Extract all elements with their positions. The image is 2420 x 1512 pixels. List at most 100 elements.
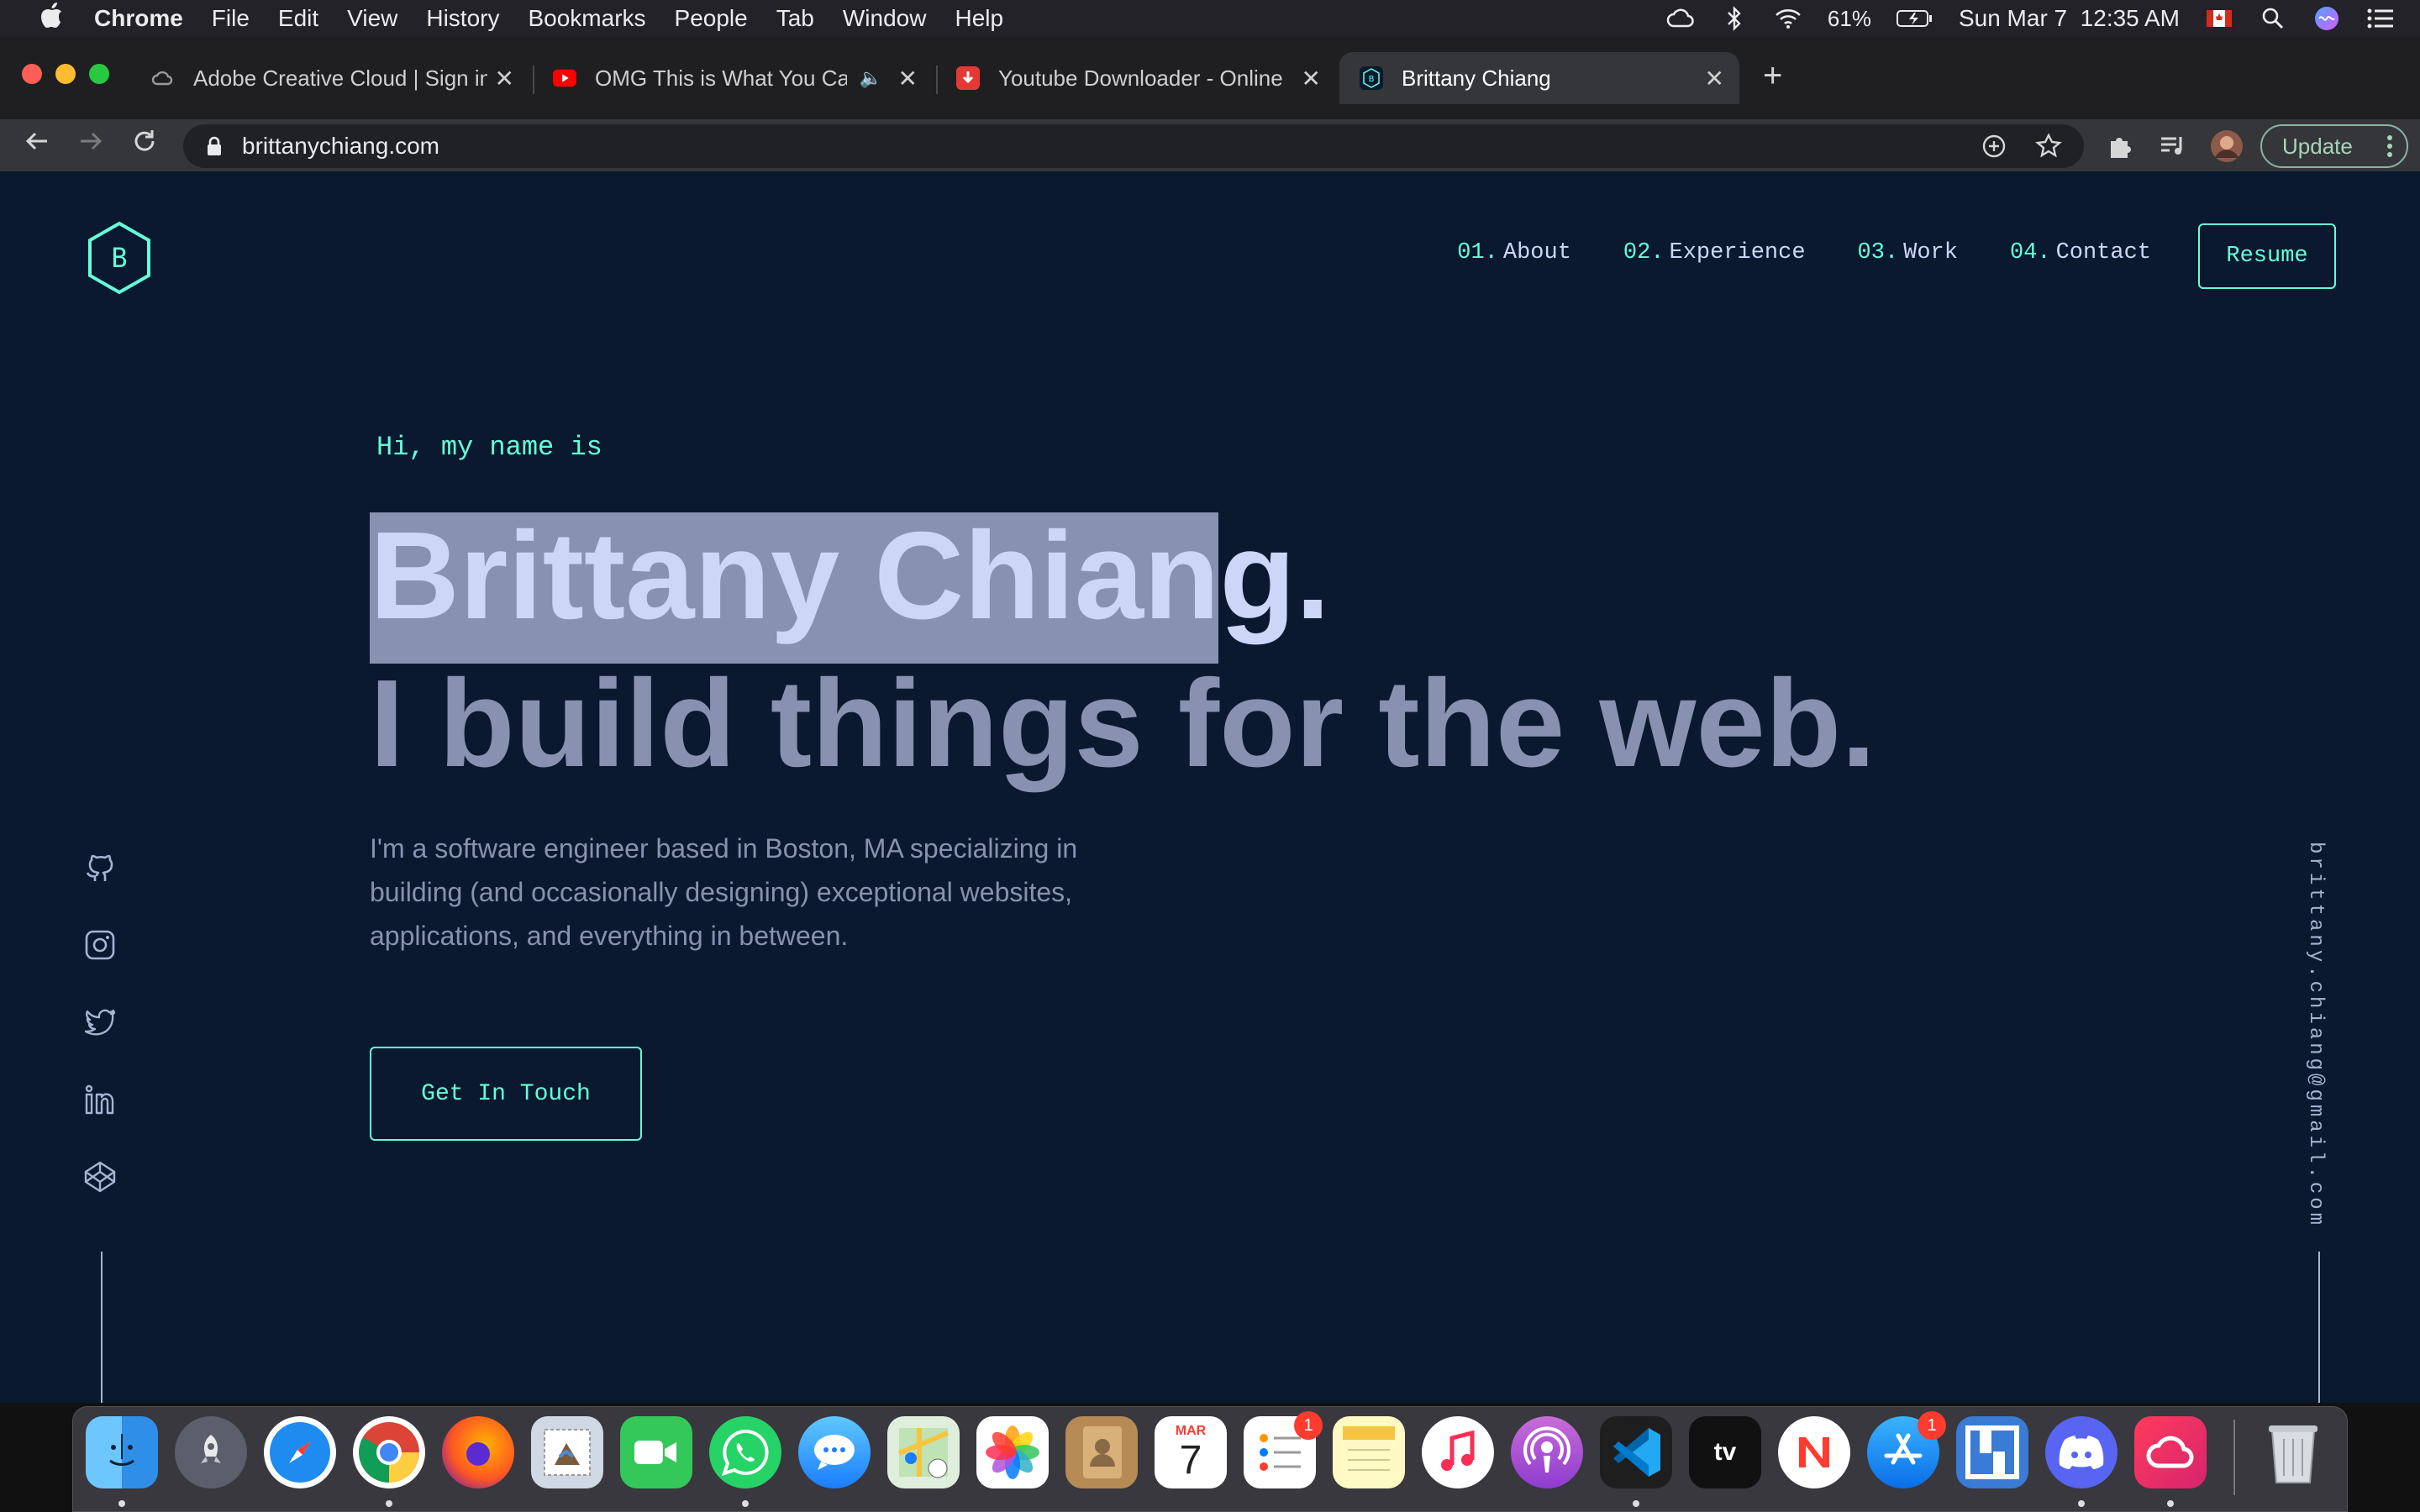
audio-playing-icon[interactable]: 🔈: [860, 67, 882, 89]
spotlight-search-icon[interactable]: [2259, 4, 2287, 33]
tab-close-icon[interactable]: ✕: [1302, 65, 1321, 92]
reminders-icon[interactable]: 1: [1244, 1411, 1323, 1488]
resume-button[interactable]: Resume: [2198, 223, 2336, 289]
media-controls-icon[interactable]: [2156, 129, 2190, 163]
window-minimize-button[interactable]: [55, 64, 76, 84]
podcasts-icon[interactable]: [1511, 1416, 1583, 1488]
menu-window[interactable]: Window: [843, 5, 927, 32]
wifi-icon[interactable]: [1774, 4, 1802, 33]
more-vertical-icon[interactable]: [2386, 133, 2393, 160]
profile-avatar[interactable]: [2210, 129, 2244, 163]
forward-arrow-icon[interactable]: [74, 128, 108, 161]
window-close-button[interactable]: [22, 64, 42, 84]
codepen-icon[interactable]: [81, 1158, 119, 1196]
menu-tab[interactable]: Tab: [776, 5, 814, 32]
tab-title: Adobe Creative Cloud | Sign in: [193, 65, 487, 91]
whatsapp-icon[interactable]: [709, 1416, 781, 1488]
website-viewport: B 01. About 02. Experience 03. Work 04. Cont…: [0, 171, 2420, 1403]
reload-icon[interactable]: [128, 128, 161, 161]
mail-stamp-icon[interactable]: [531, 1416, 603, 1488]
menu-history[interactable]: History: [426, 5, 499, 32]
back-arrow-icon[interactable]: [20, 128, 54, 161]
running-indicator: [386, 1500, 392, 1507]
finder-icon[interactable]: [86, 1416, 158, 1488]
tab-title: Brittany Chiang: [1402, 65, 1551, 91]
launchpad-rocket-icon[interactable]: [175, 1416, 247, 1488]
discord-icon[interactable]: [2045, 1416, 2118, 1488]
logo-letter[interactable]: B: [86, 220, 153, 296]
app-store-icon[interactable]: 1: [1867, 1411, 1946, 1488]
menu-app-name[interactable]: Chrome: [94, 5, 183, 32]
url-text[interactable]: brittanychiang.com: [242, 133, 439, 160]
new-tab-button[interactable]: +: [1763, 59, 1782, 92]
tab-youtube-downloader[interactable]: Youtube Downloader - Online Y ✕: [941, 52, 1336, 104]
menu-edit[interactable]: Edit: [278, 5, 318, 32]
menu-file[interactable]: File: [212, 5, 250, 32]
photos-icon[interactable]: [976, 1416, 1049, 1488]
instagram-icon[interactable]: [81, 926, 119, 964]
right-vertical-line: [2318, 1252, 2320, 1403]
tab-brittany-chiang[interactable]: B Brittany Chiang ✕: [1339, 52, 1739, 104]
hero-description: I'm a software engineer based in Boston,…: [370, 833, 1078, 951]
calendar-icon[interactable]: MAR 7: [1155, 1416, 1227, 1488]
running-indicator: [2078, 1500, 2085, 1507]
running-indicator: [118, 1500, 125, 1507]
calendar-day: 7: [1179, 1438, 1202, 1483]
control-center-list-icon[interactable]: [2366, 4, 2395, 33]
contacts-book-icon[interactable]: [1065, 1416, 1138, 1488]
tab-close-icon[interactable]: ✕: [495, 65, 514, 92]
tab-youtube-video[interactable]: OMG This is What You Call 🔈 ✕: [538, 52, 933, 104]
extensions-puzzle-icon[interactable]: [2102, 129, 2136, 163]
add-to-page-icon[interactable]: [1981, 134, 2007, 163]
browser-toolbar: brittanychiang.com Update: [0, 119, 2420, 171]
nav-contact[interactable]: 04. Contact: [2010, 240, 2151, 265]
svg-text:B: B: [1369, 75, 1375, 84]
firefox-icon[interactable]: [442, 1416, 514, 1488]
apple-tv-icon[interactable]: tv: [1689, 1416, 1761, 1488]
notes-icon[interactable]: [1333, 1416, 1405, 1488]
menu-bookmarks[interactable]: Bookmarks: [528, 5, 645, 32]
running-indicator: [1633, 1500, 1639, 1507]
menu-help[interactable]: Help: [955, 5, 1003, 32]
bluetooth-icon[interactable]: [1720, 4, 1749, 33]
news-icon[interactable]: [1778, 1416, 1850, 1488]
nav-number: 02.: [1623, 240, 1665, 265]
siri-icon[interactable]: [2312, 4, 2341, 33]
rectangle-window-icon[interactable]: [1956, 1416, 2028, 1488]
bookmark-star-icon[interactable]: [2035, 133, 2062, 164]
nav-experience[interactable]: 02. Experience: [1623, 240, 1806, 265]
tab-close-icon[interactable]: ✕: [898, 65, 918, 92]
menubar-datetime[interactable]: Sun Mar 7 12:35 AM: [1959, 5, 2180, 32]
messages-icon[interactable]: [798, 1416, 871, 1488]
apple-menu-icon[interactable]: [30, 2, 72, 35]
chrome-update-button[interactable]: Update: [2260, 124, 2408, 168]
menu-people[interactable]: People: [675, 5, 748, 32]
address-bar[interactable]: brittanychiang.com: [183, 124, 2084, 168]
facetime-icon[interactable]: [620, 1416, 692, 1488]
lock-icon[interactable]: [203, 135, 225, 157]
window-zoom-button[interactable]: [89, 64, 109, 84]
safari-compass-icon[interactable]: [264, 1416, 336, 1488]
maps-icon[interactable]: [887, 1416, 960, 1488]
nav-about[interactable]: 01. About: [1457, 240, 1571, 265]
vscode-icon[interactable]: [1600, 1416, 1672, 1488]
canada-flag-icon[interactable]: [2205, 4, 2233, 33]
site-nav: 01. About 02. Experience 03. Work 04. Contac…: [1457, 240, 2151, 265]
menu-view[interactable]: View: [347, 5, 397, 32]
linkedin-icon[interactable]: [81, 1080, 119, 1119]
nav-work[interactable]: 03. Work: [1858, 240, 1958, 265]
side-email-link[interactable]: brittany.chiang@gmail.com: [2304, 842, 2327, 1228]
tab-close-icon[interactable]: ✕: [1705, 65, 1724, 92]
creative-cloud-icon[interactable]: [2134, 1416, 2207, 1488]
battery-icon[interactable]: [1896, 4, 1933, 33]
tab-adobe-creative-cloud[interactable]: Adobe Creative Cloud | Sign in ✕: [134, 52, 529, 104]
twitter-icon[interactable]: [81, 1003, 119, 1042]
creative-cloud-status-icon[interactable]: [1666, 4, 1695, 33]
github-icon[interactable]: [81, 848, 119, 887]
brittany-chiang-favicon: B: [1360, 66, 1383, 90]
running-indicator: [2167, 1500, 2174, 1507]
music-note-icon[interactable]: [1422, 1416, 1494, 1488]
chrome-icon[interactable]: [353, 1416, 425, 1488]
trash-icon[interactable]: [2257, 1416, 2329, 1488]
get-in-touch-button[interactable]: Get In Touch: [370, 1047, 642, 1141]
